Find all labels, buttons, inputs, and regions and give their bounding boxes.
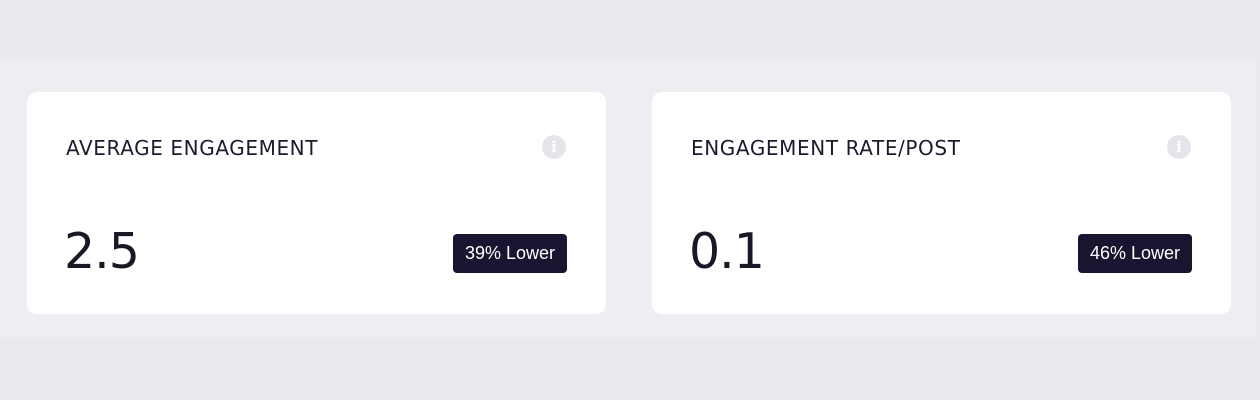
comparison-badge: 39% Lower xyxy=(452,234,567,273)
metric-value: 2.5 xyxy=(64,223,140,280)
info-icon[interactable]: i xyxy=(1167,135,1191,159)
average-engagement-card: AVERAGE ENGAGEMENT i 2.5 39% Lower xyxy=(27,92,606,314)
engagement-rate-per-post-card: ENGAGEMENT RATE/POST i 0.1 46% Lower xyxy=(652,92,1231,314)
comparison-badge: 46% Lower xyxy=(1077,234,1192,273)
info-icon[interactable]: i xyxy=(542,135,566,159)
metric-value: 0.1 xyxy=(689,223,765,280)
card-title: AVERAGE ENGAGEMENT xyxy=(66,136,319,160)
card-title: ENGAGEMENT RATE/POST xyxy=(691,136,961,160)
